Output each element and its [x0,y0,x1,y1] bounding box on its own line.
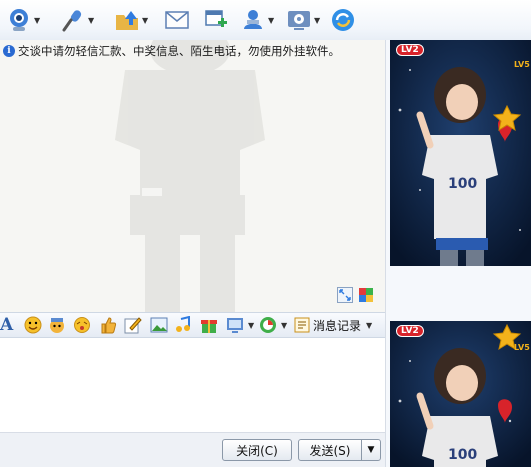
chat-background-photo [115,40,265,312]
my-show-photo: 100 LV2 LV5 [390,321,531,467]
info-icon: i [3,45,15,57]
app-store-icon[interactable] [259,316,277,334]
folder-icon [116,11,138,30]
message-history-button[interactable]: 消息记录 ▼ [294,316,372,334]
avatar: 100 [390,321,531,467]
history-icon [294,317,310,333]
refresh-button[interactable] [330,4,356,36]
star-level-label: LV5 [514,60,530,69]
gift-icon[interactable] [200,316,218,334]
chevron-down-icon[interactable]: ▼ [268,16,274,25]
chevron-down-icon[interactable]: ▼ [314,16,320,25]
input-toolbar: A ▼ ▼ 消息记录 ▼ [0,312,385,338]
color-palette-icon[interactable] [358,287,374,303]
security-notice-text: 交谈中请勿轻信汇款、中奖信息、陌生电话，勿使用外挂软件。 [18,44,340,58]
level-badge: LV2 [396,44,424,56]
chevron-down-icon: ▼ [366,320,373,330]
smiley-icon[interactable] [24,316,42,334]
edit-icon[interactable] [124,316,142,334]
shirt-print: 100 [448,447,477,463]
screen-settings-icon [288,11,310,30]
webcam-icon [10,9,28,31]
thumbs-up-icon[interactable] [99,316,117,334]
chevron-down-icon[interactable]: ▼ [142,16,148,25]
image-icon[interactable] [150,316,168,334]
settings-button[interactable]: ▼ [286,4,320,36]
send-mail-button[interactable] [164,4,190,36]
chevron-down-icon[interactable]: ▼ [248,321,254,330]
send-button[interactable]: 发送(S) [298,439,362,461]
contact-panel: 100 LV2 LV5 100 LV2 LV5 [385,40,531,467]
contact-show-photo: 100 LV2 LV5 [390,40,531,266]
level-badge: LV2 [396,325,424,337]
message-history-label: 消息记录 [313,318,362,333]
shirt-print: 100 [448,176,477,192]
user-group-icon [244,10,262,29]
microphone-icon [62,10,82,32]
message-history[interactable]: i 交谈中请勿轻信汇款、中奖信息、陌生电话，勿使用外挂软件。 [0,40,385,312]
remote-assist-button[interactable]: ▼ [240,4,274,36]
send-file-button[interactable]: ▼ [114,4,148,36]
chevron-down-icon[interactable]: ▼ [281,321,287,330]
star-level-label: LV5 [514,343,530,352]
chevron-down-icon: ▼ [367,445,375,455]
main-toolbar: ▼ ▼ ▼ ▼ ▼ [0,0,531,40]
mail-icon [165,11,189,29]
magic-emoticon-icon[interactable] [48,316,66,334]
add-window-icon [205,10,227,27]
send-options-button[interactable]: ▼ [361,439,381,461]
screenshot-icon[interactable] [226,316,244,334]
send-button-label: 发送(S) [309,443,351,458]
voice-call-button[interactable]: ▼ [60,4,94,36]
action-bar: 关闭(C) 发送(S) ▼ [0,432,385,467]
close-button-label: 关闭(C) [236,443,278,458]
message-input[interactable] [0,338,385,434]
chevron-down-icon[interactable]: ▼ [34,16,40,25]
music-icon[interactable] [174,316,192,334]
video-call-button[interactable]: ▼ [6,4,40,36]
chevron-down-icon[interactable]: ▼ [88,16,94,25]
avatar: 100 [390,40,531,266]
close-button[interactable]: 关闭(C) [222,439,292,461]
expand-icon[interactable] [337,287,353,303]
font-icon[interactable]: A [0,316,18,334]
security-notice: i 交谈中请勿轻信汇款、中奖信息、陌生电话，勿使用外挂软件。 [3,43,340,59]
shake-icon[interactable] [73,316,91,334]
refresh-icon [332,9,354,31]
add-app-button[interactable] [203,4,229,36]
